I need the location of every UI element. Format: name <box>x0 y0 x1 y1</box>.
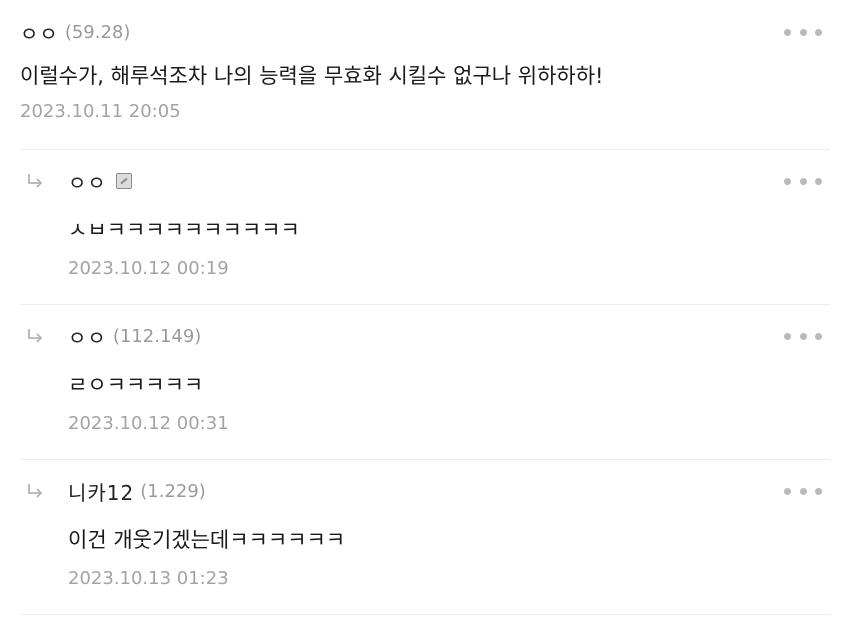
reply-arrow-icon <box>28 329 43 343</box>
comment-author[interactable]: 니카12 <box>68 477 134 506</box>
comment-ip: (112.149) <box>112 325 202 347</box>
comment-author[interactable]: ㅇㅇ <box>68 167 107 196</box>
reply-comment: ㅇㅇ (112.149) ㄹㅇㅋㅋㅋㅋㅋ 2023.10.12 00:31 <box>20 305 830 460</box>
more-options-button[interactable] <box>784 483 822 499</box>
comment-header: ㅇㅇ (112.149) <box>68 322 830 351</box>
comment-timestamp: 2023.10.12 00:31 <box>68 413 229 434</box>
reply-arrow-icon <box>28 174 43 188</box>
comment-ip: (1.229) <box>140 480 206 502</box>
fixed-nick-badge-icon <box>115 173 132 189</box>
reply-arrow-icon <box>28 484 43 498</box>
more-dots-icon <box>784 487 791 495</box>
comment-text: ㄹㅇㅋㅋㅋㅋㅋ <box>68 373 204 397</box>
comment: ㅇㅇ (59.28) 이럴수가, 해루석조차 나의 능력을 무효화 시킬수 없구… <box>20 0 830 150</box>
comment-text: 이럴수가, 해루석조차 나의 능력을 무효화 시킬수 없구나 위하하하! <box>20 64 604 88</box>
comment-header: 니카12 (1.229) <box>68 477 830 506</box>
comment-timestamp: 2023.10.11 20:05 <box>20 101 181 122</box>
more-dots-icon <box>784 28 791 36</box>
more-dots-icon <box>784 332 791 340</box>
comment-timestamp: 2023.10.12 00:19 <box>68 258 229 279</box>
more-dots-icon <box>784 177 791 185</box>
comment-timestamp: 2023.10.13 01:23 <box>68 568 229 589</box>
comment-text: ㅅㅂㅋㅋㅋㅋㅋㅋㅋㅋㅋㅋ <box>68 218 300 242</box>
reply-comment: ㅇㅇ ㅅㅂㅋㅋㅋㅋㅋㅋㅋㅋㅋㅋ 2023.10.12 00:19 <box>20 150 830 305</box>
comment-ip: (59.28) <box>64 21 131 43</box>
comment-header: ㅇㅇ <box>68 167 830 196</box>
more-options-button[interactable] <box>784 24 822 40</box>
more-options-button[interactable] <box>784 173 822 189</box>
comment-author[interactable]: ㅇㅇ <box>68 322 107 351</box>
comment-author[interactable]: ㅇㅇ <box>20 18 59 47</box>
reply-comment: 니카12 (1.229) 이건 개웃기겠는데ㅋㅋㅋㅋㅋㅋ 2023.10.13 … <box>20 460 830 615</box>
comment-header: ㅇㅇ (59.28) <box>20 18 830 47</box>
more-options-button[interactable] <box>784 328 822 344</box>
comment-thread: ㅇㅇ (59.28) 이럴수가, 해루석조차 나의 능력을 무효화 시킬수 없구… <box>0 0 850 625</box>
comment-text: 이건 개웃기겠는데ㅋㅋㅋㅋㅋㅋ <box>68 528 346 552</box>
